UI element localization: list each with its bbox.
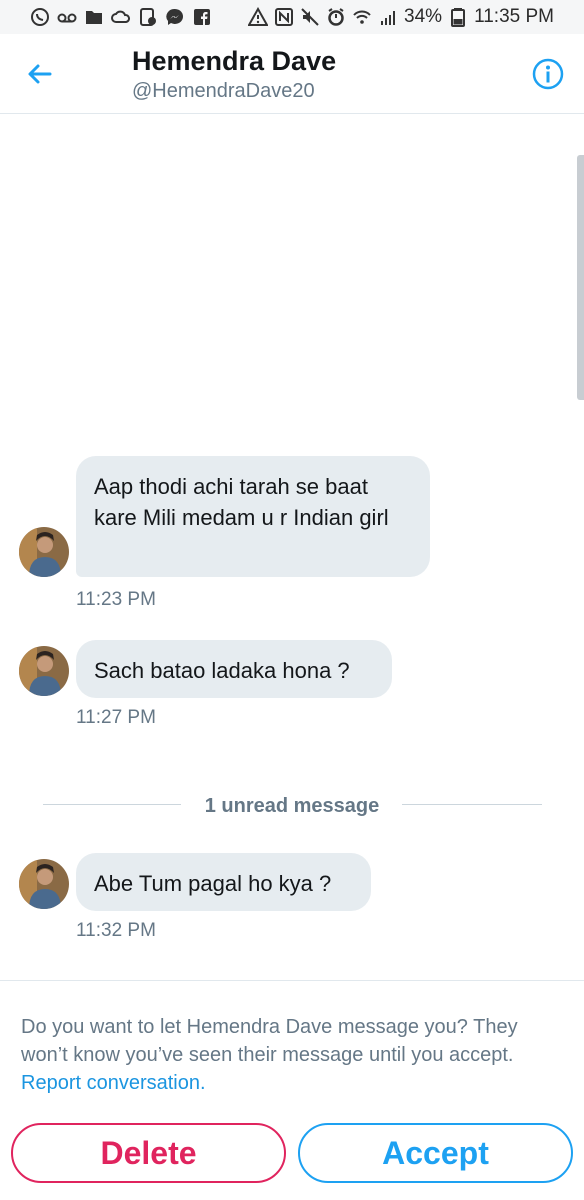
warning-icon [248,7,269,27]
battery-icon [448,7,468,27]
status-time: 11:35 PM [474,6,554,27]
request-prompt: Do you want to let Hemendra Dave message… [21,1016,518,1066]
status-bar: 34% 11:35 PM [0,0,584,34]
status-bar-right: 34% 11:35 PM [248,6,554,28]
message-timestamp: 11:23 PM [76,589,156,610]
message-bubble[interactable]: Abe Tum pagal ho kya ? [76,853,371,911]
avatar[interactable] [19,859,69,909]
report-conversation-link[interactable]: Report conversation. [21,1072,206,1094]
request-prompt-block: Do you want to let Hemendra Dave message… [21,1013,566,1097]
alarm-icon [326,7,346,27]
screenshot-icon [138,7,158,27]
info-icon [532,58,564,90]
message-bubble[interactable]: Aap thodi achi tarah se baat kare Mili m… [76,456,430,577]
messenger-icon [165,7,185,27]
cloud-icon [111,7,131,27]
conversation-header: Hemendra Dave @HemendraDave20 [0,34,584,114]
status-bar-left [30,6,212,28]
message-timestamp: 11:27 PM [76,707,156,728]
folder-icon [84,7,104,27]
message-bubble[interactable]: Sach batao ladaka hona ? [76,640,392,698]
nfc-icon [274,7,294,27]
back-button[interactable] [24,58,56,90]
info-button[interactable] [530,56,566,92]
facebook-icon [192,7,212,27]
contact-handle: @HemendraDave20 [132,80,315,102]
mute-icon [300,7,320,27]
avatar[interactable] [19,646,69,696]
message-timestamp: 11:32 PM [76,920,156,941]
back-arrow-icon [28,64,52,84]
message-request-panel: Do you want to let Hemendra Dave message… [0,980,584,1200]
battery-percent: 34% [404,6,443,27]
avatar[interactable] [19,527,69,577]
delete-button[interactable]: Delete [11,1123,286,1183]
voicemail-icon [57,7,77,27]
accept-button[interactable]: Accept [298,1123,573,1183]
scrollbar[interactable] [577,155,584,400]
contact-name: Hemendra Dave [132,46,337,76]
whatsapp-icon [30,7,50,27]
wifi-icon [352,7,372,27]
signal-icon [378,7,398,27]
unread-divider-label: 1 unread message [204,795,380,817]
